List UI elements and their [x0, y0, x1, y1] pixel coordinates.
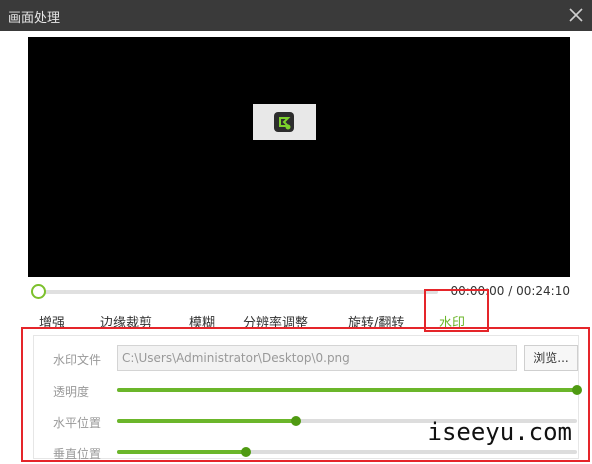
opacity-slider-knob[interactable]: [572, 385, 582, 395]
vpos-slider[interactable]: [117, 447, 577, 457]
browse-button[interactable]: 浏览...: [524, 345, 578, 371]
opacity-slider-fill: [117, 388, 577, 392]
watermark-preview-image[interactable]: [253, 104, 316, 140]
timeline-track[interactable]: [38, 290, 438, 294]
hpos-slider-fill: [117, 419, 297, 423]
hpos-label: 水平位置: [53, 416, 102, 430]
title-bar: 画面处理: [0, 0, 592, 31]
watermark-file-field[interactable]: [117, 345, 517, 371]
window-title: 画面处理: [8, 11, 61, 26]
hpos-slider-knob[interactable]: [291, 416, 302, 426]
site-watermark: iseeyu.com: [427, 418, 573, 446]
close-icon[interactable]: [566, 5, 586, 25]
app-logo-icon: [274, 112, 294, 132]
opacity-slider[interactable]: [117, 385, 582, 395]
vpos-label: 垂直位置: [53, 447, 102, 461]
watermark-file-label: 水印文件: [53, 353, 102, 367]
video-preview: [28, 37, 570, 277]
opacity-label: 透明度: [53, 385, 90, 399]
vpos-slider-knob[interactable]: [240, 447, 251, 457]
vpos-slider-fill: [117, 450, 246, 454]
timeline-knob[interactable]: [31, 284, 46, 299]
tab-highlight-box: [424, 289, 489, 332]
